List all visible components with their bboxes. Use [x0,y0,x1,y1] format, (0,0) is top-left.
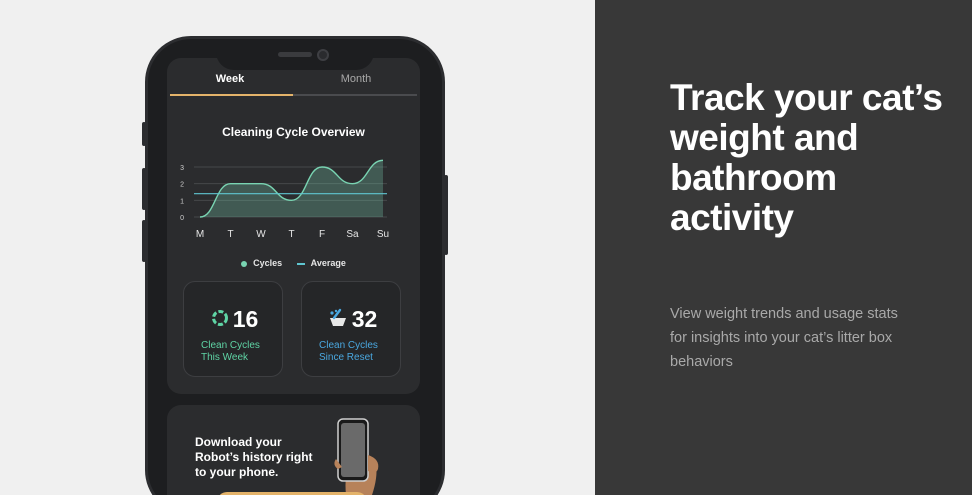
stat-label-week: Clean Cycles This Week [201,340,260,363]
legend-average: Average [296,258,346,268]
stat-value-week: 16 [184,306,284,334]
cycles-area [200,160,383,217]
y-tick-label: 1 [180,198,184,205]
app-preview-panel: Week Month Cleaning Cycle Overview 0 1 2 3 M… [0,0,595,495]
x-tick-label: W [256,229,266,240]
cycle-overview-card: Week Month Cleaning Cycle Overview 0 1 2 3 M… [167,58,420,394]
stat-value-reset: 32 [302,306,402,335]
y-tick-label: 3 [180,165,184,172]
cycle-chart: 0 1 2 3 M T W T F Sa Su [180,159,389,240]
promo-headline: Track your cat’s weight and bathroom act… [670,77,943,238]
y-tick-label: 2 [180,182,184,189]
average-line-icon [296,262,305,265]
tab-active-indicator [170,94,293,96]
promo-panel: Track your cat’s weight and bathroom act… [595,0,972,495]
cycles-dot-icon [241,260,248,267]
stat-label-reset: Clean Cycles Since Reset [319,340,378,363]
x-tick-label: Su [377,229,389,240]
x-tick-label: M [196,229,204,240]
promo-subtext: View weight trends and usage stats for i… [670,306,898,370]
stat-card-week[interactable]: 16 Clean Cycles This Week [183,281,283,377]
tab-week[interactable]: Week [167,73,293,85]
chart-title: Cleaning Cycle Overview [222,125,365,139]
x-tick-label: T [288,229,294,240]
legend-average-label: Average [310,258,346,268]
hand-phone-illustration [334,418,379,495]
x-tick-label: F [319,229,325,240]
y-tick-label: 0 [180,215,184,222]
refresh-cycle-icon [210,307,230,334]
legend-cycles-label: Cycles [253,258,283,268]
stat-card-reset[interactable]: 32 Clean Cycles Since Reset [301,281,401,377]
litter-scoop-icon [327,307,349,335]
download-card: Download your Robot’s history right to y… [167,405,420,495]
x-tick-label: Sa [346,229,359,240]
download-text: Download your Robot’s history right to y… [195,435,313,479]
phone-camera [317,49,329,61]
legend-cycles: Cycles [241,258,282,268]
x-tick-label: T [227,229,233,240]
phone-speaker [278,52,312,57]
chart-legend: Cycles Average [167,258,420,268]
tab-month[interactable]: Month [293,73,419,85]
